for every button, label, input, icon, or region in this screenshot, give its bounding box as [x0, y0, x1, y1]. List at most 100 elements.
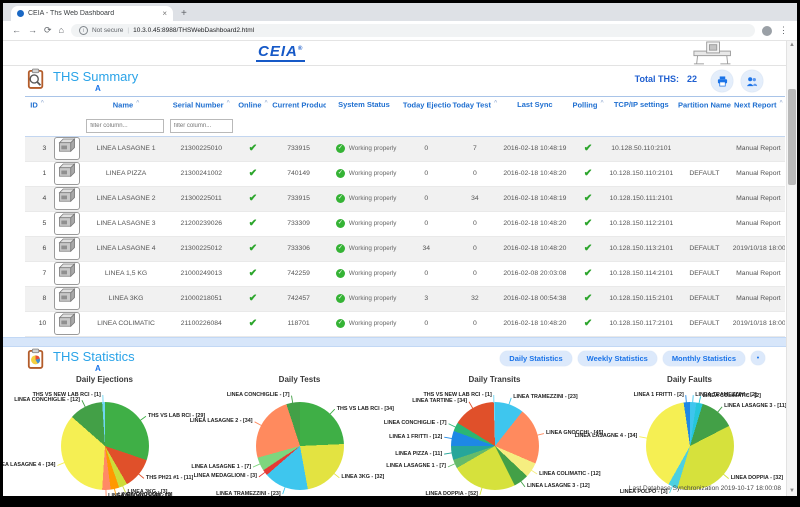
- cell-machine-icon: [49, 136, 84, 161]
- cell-partition: DEFAULT: [677, 261, 732, 286]
- col-header-lastsync[interactable]: Last Sync: [499, 97, 570, 113]
- pie-slice-label: LINEA CONCHIGLIE - [7]: [227, 392, 290, 398]
- col-header-product[interactable]: Current Product: [271, 97, 326, 113]
- chart-title: Daily Faults: [592, 375, 787, 388]
- cell-polling: ✔: [571, 311, 606, 336]
- cell-product: 742259: [271, 261, 326, 286]
- cell-status: ✓Working properly: [326, 286, 402, 311]
- cell-ejection: 0: [402, 186, 451, 211]
- forward-icon[interactable]: →: [28, 26, 37, 35]
- pie-slice-label: LINEA MEDAGLIONI - [3]: [108, 493, 171, 496]
- cell-tcpip: 10.128.150.113:2101: [606, 236, 677, 261]
- cell-serial: 21300225011: [168, 186, 235, 211]
- cell-partition: [677, 211, 732, 236]
- ths-machine-icon: [57, 213, 77, 230]
- statistics-title: THS Statistics: [53, 349, 135, 364]
- polling-check-icon: ✔: [584, 143, 592, 154]
- cell-ejection: 0: [402, 211, 451, 236]
- browser-tab[interactable]: CEIA - Ths Web Dashboard ×: [11, 6, 173, 21]
- cell-machine-icon: [49, 211, 84, 236]
- serial-filter-input[interactable]: [170, 119, 233, 133]
- polling-check-icon: ✔: [584, 168, 592, 179]
- reload-icon[interactable]: ⟳: [44, 26, 52, 35]
- status-ok-icon: ✓: [336, 269, 345, 278]
- statistics-sort-indicator[interactable]: A: [95, 364, 101, 373]
- charts-row: Daily Ejections THS VS LAB RCI - [29]THS…: [7, 375, 787, 497]
- stats-options-button[interactable]: •: [751, 351, 765, 365]
- pie-slice-label: LINEA CONCHIGLIE - [12]: [14, 397, 80, 403]
- not-secure-icon[interactable]: i: [79, 26, 88, 35]
- table-row[interactable]: 6 LINEA LASAGNE 421300225012✔733306✓Work…: [25, 236, 785, 261]
- col-header-test[interactable]: Today Test: [451, 97, 500, 113]
- users-button[interactable]: [741, 70, 763, 92]
- col-header-nextreport[interactable]: Next Report: [732, 97, 785, 113]
- ths-machine-icon: [57, 163, 77, 180]
- pie-chart-daily-tests: Daily Tests THS VS LAB RCI - [34]LINEA 3…: [202, 375, 397, 497]
- cell-machine-icon: [49, 261, 84, 286]
- menu-dots-icon[interactable]: ⋮: [779, 26, 788, 35]
- cell-test: 0: [451, 236, 500, 261]
- filter-row: [25, 113, 785, 137]
- col-header-partition[interactable]: Partition Name: [677, 97, 732, 113]
- cell-tcpip: 10.128.150.112:2101: [606, 211, 677, 236]
- name-filter-input[interactable]: [86, 119, 164, 133]
- cell-product: 733915: [271, 136, 326, 161]
- cell-id: 1: [25, 161, 49, 186]
- address-bar: ← → ⟳ ⌂ i Not secure | 10.3.0.45:8988/TH…: [3, 21, 797, 41]
- col-header-name[interactable]: Name: [84, 97, 168, 113]
- col-header-status[interactable]: System Status: [326, 97, 402, 113]
- favicon: [17, 10, 24, 17]
- polling-check-icon: ✔: [584, 268, 592, 279]
- summary-title: THS Summary: [53, 69, 138, 84]
- weekly-statistics-button[interactable]: Weekly Statistics: [578, 351, 657, 366]
- statistics-buttons: Daily Statistics Weekly Statistics Month…: [500, 351, 765, 366]
- cell-id: 10: [25, 311, 49, 336]
- daily-statistics-button[interactable]: Daily Statistics: [500, 351, 571, 366]
- print-button[interactable]: [711, 70, 733, 92]
- cell-serial: 21000218051: [168, 286, 235, 311]
- pie-area: LINEA TRAMEZZINI - [2]LINEA COLIMATIC - …: [592, 388, 787, 497]
- cell-partition: DEFAULT: [677, 286, 732, 311]
- scroll-up-icon[interactable]: ▲: [787, 41, 797, 50]
- cell-product: 742457: [271, 286, 326, 311]
- summary-sort-indicator[interactable]: A: [95, 84, 101, 93]
- col-header-tcpip[interactable]: TCP/IP settings: [606, 97, 677, 113]
- scroll-down-icon[interactable]: ▼: [787, 487, 797, 496]
- col-header-id[interactable]: ID: [25, 97, 49, 113]
- table-row[interactable]: 10 LINEA COLIMATIC21100226084✔118701✓Wor…: [25, 311, 785, 336]
- scrollbar-thumb[interactable]: [788, 89, 796, 185]
- cell-status: ✓Working properly: [326, 311, 402, 336]
- online-check-icon: ✔: [249, 293, 257, 304]
- table-row[interactable]: 5 LINEA LASAGNE 321200239026✔733309✓Work…: [25, 211, 785, 236]
- pie-slice-label: LINEA 1 FRITTI - [2]: [634, 392, 684, 398]
- chart-title: Daily Tests: [202, 375, 397, 388]
- cell-machine-icon: [49, 311, 84, 336]
- tab-strip: CEIA - Ths Web Dashboard × +: [3, 3, 797, 21]
- home-icon[interactable]: ⌂: [59, 26, 64, 35]
- cell-test: 0: [451, 261, 500, 286]
- table-row[interactable]: 7 LINEA 1,5 KG21000249013✔742259✓Working…: [25, 261, 785, 286]
- table-row[interactable]: 8 LINEA 3KG21000218051✔742457✓Working pr…: [25, 286, 785, 311]
- monthly-statistics-button[interactable]: Monthly Statistics: [663, 351, 745, 366]
- cell-partition: DEFAULT: [677, 311, 732, 336]
- table-row[interactable]: 4 LINEA LASAGNE 221300225011✔733915✓Work…: [25, 186, 785, 211]
- table-row[interactable]: 3 LINEA LASAGNE 121300225010✔733915✓Work…: [25, 136, 785, 161]
- col-header-online[interactable]: Online: [235, 97, 271, 113]
- col-header-polling[interactable]: Polling: [571, 97, 606, 113]
- pie-chart-daily-faults: Daily Faults LINEA TRAMEZZINI - [2]LINEA…: [592, 375, 787, 497]
- cell-name: LINEA LASAGNE 4: [84, 236, 168, 261]
- profile-avatar[interactable]: [762, 26, 772, 36]
- pie-slice-label: LINEA TARTINE - [34]: [412, 398, 467, 404]
- col-header-serial[interactable]: Serial Number: [168, 97, 235, 113]
- new-tab-button[interactable]: +: [181, 8, 187, 19]
- table-row[interactable]: 1 LINEA PIZZA21300241002✔740149✓Working …: [25, 161, 785, 186]
- tab-close-icon[interactable]: ×: [162, 9, 167, 18]
- online-check-icon: ✔: [249, 243, 257, 254]
- cell-id: 5: [25, 211, 49, 236]
- cell-test: 34: [451, 186, 500, 211]
- page-scrollbar[interactable]: ▲ ▼: [786, 41, 797, 496]
- pie-slice-label: LINEA LASAGNE 3 - [12]: [527, 483, 590, 489]
- url-field[interactable]: i Not secure | 10.3.0.45:8988/THSWebDash…: [71, 24, 755, 37]
- back-icon[interactable]: ←: [12, 26, 21, 35]
- col-header-ejection[interactable]: Today Ejection: [402, 97, 451, 113]
